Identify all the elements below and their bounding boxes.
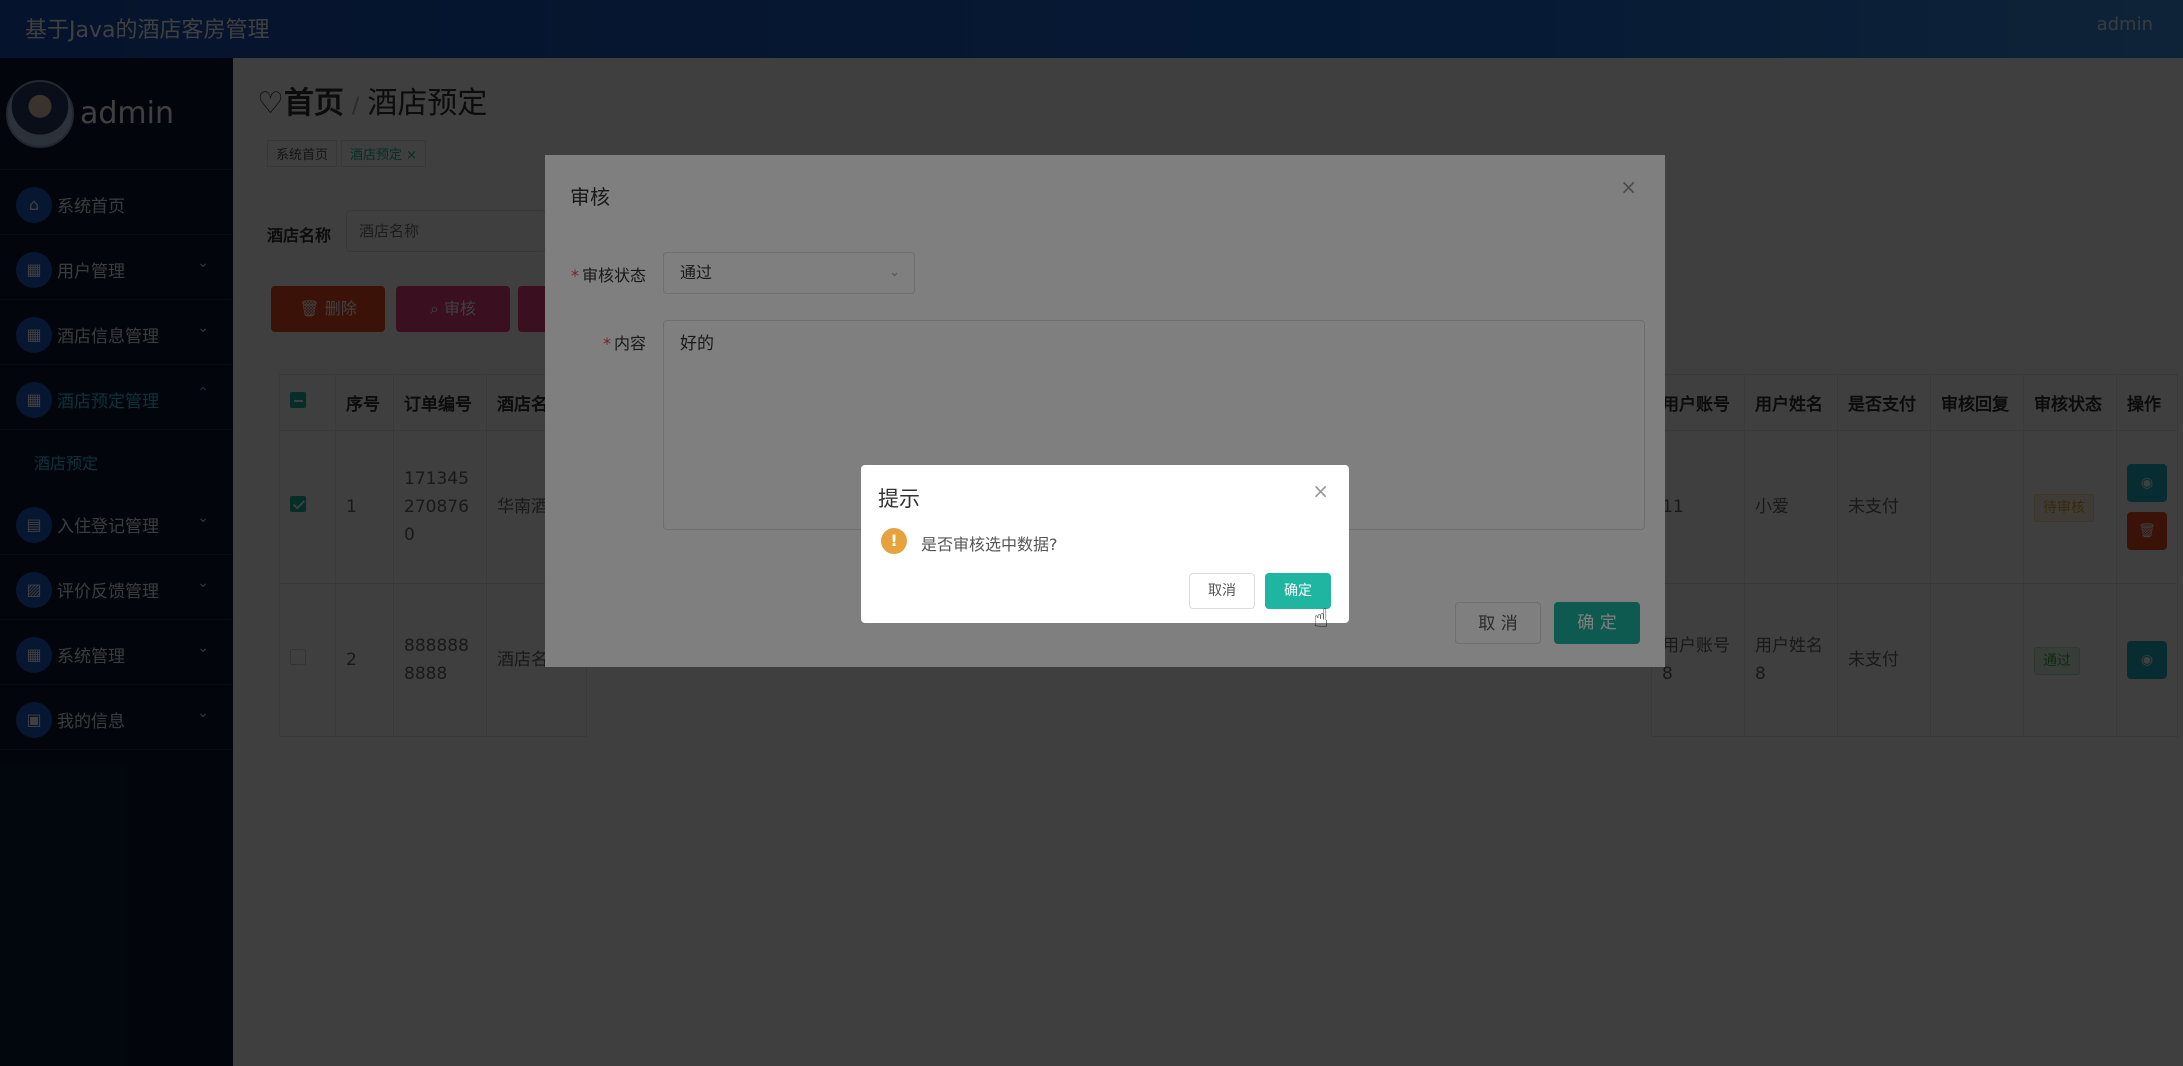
warning-icon: ! (881, 528, 907, 554)
messagebox-text: 是否审核选中数据? (921, 535, 1058, 554)
confirm-messagebox: 提示 × ! 是否审核选中数据? 取消 确定 (861, 465, 1349, 623)
messagebox-cancel-button[interactable]: 取消 (1189, 573, 1255, 609)
close-icon[interactable]: × (1312, 479, 1329, 503)
messagebox-title: 提示 (878, 487, 920, 511)
hand-cursor-icon: ☝ (1313, 604, 1329, 634)
